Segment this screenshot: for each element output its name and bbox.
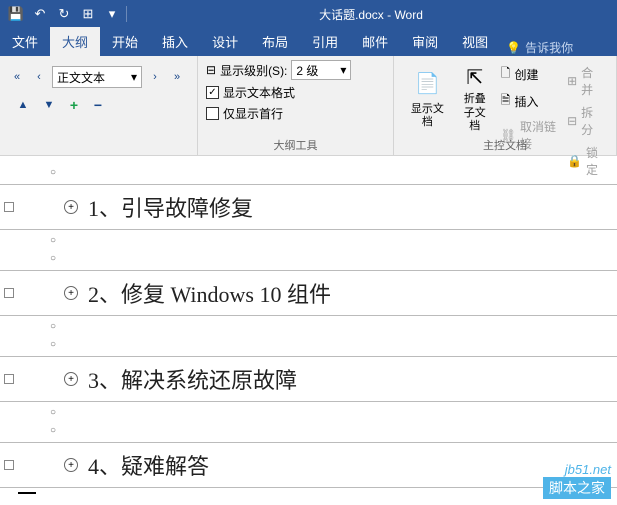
first-line-checkbox[interactable] <box>206 107 219 120</box>
separator <box>126 6 127 22</box>
outline-heading-row[interactable]: + 1、引导故障修复 <box>0 184 617 230</box>
ribbon: « ‹ 正文文本 ▾ › » ▲ ▼ + − ⊟ 显示级别(S): 2 级 ▾ <box>0 56 617 156</box>
document-area[interactable]: ○ + 1、引导故障修复 ○ ○ + 2、修复 Windows 10 组件 ○ … <box>0 156 617 494</box>
show-document-label: 显示文档 <box>408 103 447 129</box>
create-subdoc-button[interactable]: 🗋 创建 <box>497 62 563 87</box>
expand-toggle-icon[interactable]: + <box>64 286 78 300</box>
merge-button[interactable]: ⊞ 合并 <box>563 62 608 100</box>
show-level-value: 2 级 <box>296 62 318 79</box>
tab-references[interactable]: 引用 <box>300 27 350 56</box>
body-bullet: ○ <box>50 232 617 250</box>
outline-heading-row[interactable]: + 2、修复 Windows 10 组件 <box>0 270 617 316</box>
show-format-checkbox[interactable]: ✓ <box>206 86 219 99</box>
insert-subdoc-button[interactable]: 🗎 插入 <box>497 89 563 114</box>
split-button[interactable]: ⊟ 拆分 <box>563 102 608 140</box>
heading-text[interactable]: 4、疑难解答 <box>88 449 209 481</box>
watermark-text: 脚本之家 <box>543 477 611 499</box>
outline-tools-label: 大纲工具 <box>198 137 393 153</box>
demote-button[interactable]: › <box>146 68 164 86</box>
lightbulb-icon: 💡 <box>506 41 521 55</box>
lock-icon: 🔒 <box>567 154 582 168</box>
outline-level-group: « ‹ 正文文本 ▾ › » ▲ ▼ + − <box>0 56 198 155</box>
tab-view[interactable]: 视图 <box>450 27 500 56</box>
show-level-icon: ⊟ <box>206 63 216 77</box>
tab-layout[interactable]: 布局 <box>250 27 300 56</box>
undo-button[interactable]: ↶ <box>28 2 52 26</box>
master-doc-label: 主控文档 <box>394 137 616 153</box>
outline-heading-row[interactable]: + 4、疑难解答 <box>0 442 617 488</box>
tab-outline[interactable]: 大纲 <box>50 27 100 56</box>
heading-text[interactable]: 1、引导故障修复 <box>88 191 253 223</box>
tab-file[interactable]: 文件 <box>0 27 50 56</box>
ribbon-tabs: 文件 大纲 开始 插入 设计 布局 引用 邮件 审阅 视图 💡 告诉我你 <box>0 28 617 56</box>
outline-level-value: 正文文本 <box>57 69 105 86</box>
title-bar: 💾 ↶ ↻ ⊞ ▾ 大话题.docx - Word <box>0 0 617 28</box>
outline-heading-row[interactable]: + 3、解决系统还原故障 <box>0 356 617 402</box>
promote-button[interactable]: ‹ <box>30 68 48 86</box>
collapse-subdoc-label: 折叠 子文档 <box>459 93 491 133</box>
first-line-label: 仅显示首行 <box>223 105 283 122</box>
show-level-select[interactable]: 2 级 ▾ <box>291 60 351 80</box>
merge-icon: ⊞ <box>567 74 577 88</box>
promote-to-top-button[interactable]: « <box>8 68 26 86</box>
insert-icon: 🗎 <box>501 91 511 112</box>
watermark: jb51.net 脚本之家 <box>543 462 611 499</box>
split-icon: ⊟ <box>567 114 577 128</box>
heading-text[interactable]: 2、修复 Windows 10 组件 <box>88 277 331 309</box>
chevron-down-icon: ▾ <box>340 63 346 77</box>
master-doc-group: 📄 显示文档 ⇱ 折叠 子文档 🗋 创建 🗎 插入 ⛓ 取消链接 ⊞ 合 <box>394 56 617 155</box>
chevron-down-icon: ▾ <box>131 70 137 84</box>
window-title: 大话题.docx - Word <box>129 6 613 23</box>
split-label: 拆分 <box>581 104 604 138</box>
row-handle-icon[interactable] <box>4 374 14 384</box>
save-button[interactable]: 💾 <box>4 2 28 26</box>
tab-review[interactable]: 审阅 <box>400 27 450 56</box>
row-handle-icon[interactable] <box>4 460 14 470</box>
move-up-button[interactable]: ▲ <box>14 96 32 114</box>
expand-button[interactable]: + <box>66 97 82 113</box>
touch-mode-button[interactable]: ⊞ <box>76 2 100 26</box>
body-bullet: ○ <box>50 404 617 422</box>
body-bullet: ○ <box>50 336 617 354</box>
body-bullet: ○ <box>50 164 617 182</box>
row-handle-icon[interactable] <box>4 288 14 298</box>
document-icon: 📄 <box>411 68 443 100</box>
row-handle-icon[interactable] <box>4 202 14 212</box>
watermark-url: jb51.net <box>543 462 611 477</box>
expand-toggle-icon[interactable]: + <box>64 458 78 472</box>
tab-design[interactable]: 设计 <box>200 27 250 56</box>
body-bullet: ○ <box>50 422 617 440</box>
heading-text[interactable]: 3、解决系统还原故障 <box>88 363 297 395</box>
text-cursor <box>18 492 36 494</box>
qat-dropdown[interactable]: ▾ <box>100 2 124 26</box>
tell-me-label: 告诉我你 <box>525 39 573 56</box>
move-down-button[interactable]: ▼ <box>40 96 58 114</box>
show-document-button[interactable]: 📄 显示文档 <box>402 60 453 137</box>
tab-home[interactable]: 开始 <box>100 27 150 56</box>
expand-toggle-icon[interactable]: + <box>64 200 78 214</box>
collapse-button[interactable]: − <box>90 97 106 113</box>
show-level-label: 显示级别(S): <box>220 62 287 79</box>
expand-toggle-icon[interactable]: + <box>64 372 78 386</box>
outline-level-select[interactable]: 正文文本 ▾ <box>52 66 142 88</box>
create-icon: 🗋 <box>501 64 511 85</box>
insert-label: 插入 <box>514 93 538 110</box>
tab-mail[interactable]: 邮件 <box>350 27 400 56</box>
create-label: 创建 <box>514 66 538 83</box>
redo-button[interactable]: ↻ <box>52 2 76 26</box>
tell-me-search[interactable]: 💡 告诉我你 <box>500 39 579 56</box>
show-format-label: 显示文本格式 <box>223 84 295 101</box>
body-bullet: ○ <box>50 318 617 336</box>
merge-label: 合并 <box>581 64 604 98</box>
collapse-icon: ⇱ <box>459 64 491 90</box>
outline-tools-group: ⊟ 显示级别(S): 2 级 ▾ ✓ 显示文本格式 仅显示首行 大纲工具 <box>198 56 394 155</box>
body-bullet: ○ <box>50 250 617 268</box>
tab-insert[interactable]: 插入 <box>150 27 200 56</box>
collapse-subdoc-button[interactable]: ⇱ 折叠 子文档 <box>453 60 497 137</box>
demote-to-body-button[interactable]: » <box>168 68 186 86</box>
